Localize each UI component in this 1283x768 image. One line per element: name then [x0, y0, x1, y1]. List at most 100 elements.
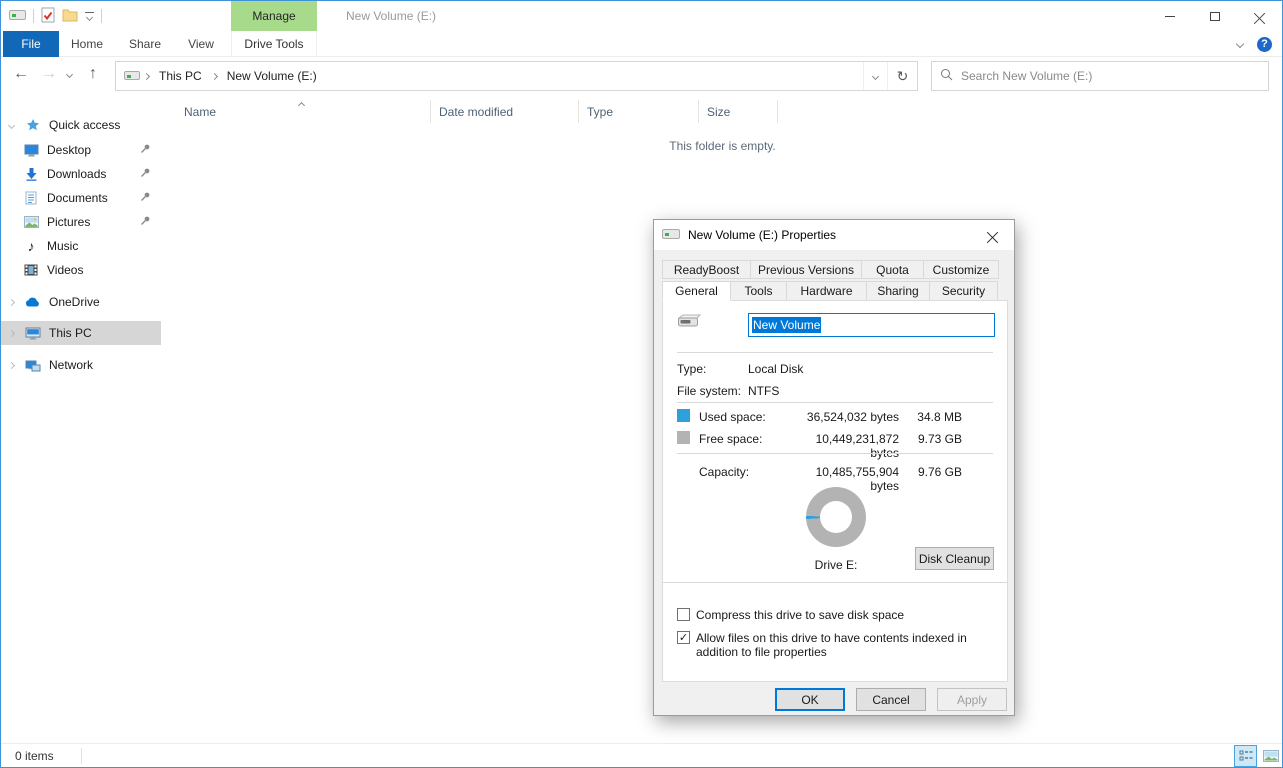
help-icon[interactable]: ? — [1257, 37, 1272, 52]
ok-button[interactable]: OK — [775, 688, 845, 711]
volume-label-input[interactable]: New Volume — [748, 313, 995, 337]
column-header-size[interactable]: Size — [699, 100, 778, 123]
address-dropdown-icon[interactable] — [863, 62, 887, 90]
disk-cleanup-button[interactable]: Disk Cleanup — [915, 547, 994, 570]
tab-view[interactable]: View — [177, 31, 225, 57]
sidebar-item-network[interactable]: Network — [1, 353, 161, 377]
capacity-size: 9.76 GB — [904, 465, 962, 479]
tab-customize[interactable]: Customize — [923, 260, 999, 279]
breadcrumb-this-pc[interactable]: This PC — [153, 62, 208, 90]
file-system-label: File system: — [677, 384, 741, 398]
dialog-tab-row-back: ReadyBoost Previous Versions Quota Custo… — [662, 260, 998, 279]
chevron-right-icon[interactable] — [9, 300, 19, 305]
compress-checkbox[interactable] — [677, 608, 690, 621]
chevron-right-icon[interactable] — [9, 363, 19, 368]
status-bar: 0 items — [1, 743, 1282, 768]
used-space-bytes: 36,524,032 bytes — [793, 410, 899, 424]
capacity-label: Capacity: — [699, 465, 749, 479]
videos-icon — [23, 262, 39, 278]
this-pc-icon — [25, 325, 41, 341]
chevron-down-icon[interactable] — [9, 123, 19, 128]
free-space-bytes: 10,449,231,872 bytes — [793, 432, 899, 460]
sidebar-item-onedrive[interactable]: OneDrive — [1, 290, 161, 314]
quick-access-star-icon — [25, 117, 41, 133]
column-header-date-modified[interactable]: Date modified — [431, 100, 579, 123]
new-folder-icon[interactable] — [62, 8, 78, 25]
sidebar-item-quick-access[interactable]: Quick access — [1, 113, 161, 137]
sidebar-item-desktop[interactable]: Desktop — [1, 138, 161, 162]
pin-icon — [140, 191, 151, 205]
quick-access-toolbar — [9, 1, 102, 31]
customize-qat-icon[interactable] — [85, 12, 94, 20]
search-input[interactable] — [961, 69, 1260, 83]
dialog-title-bar: New Volume (E:) Properties — [654, 220, 1014, 250]
breadcrumb-chevron-icon[interactable] — [143, 72, 150, 79]
back-icon[interactable]: ← — [13, 65, 29, 83]
close-button[interactable] — [1237, 1, 1282, 31]
dialog-close-button[interactable] — [970, 220, 1014, 250]
explorer-window: Manage New Volume (E:) File Home Share V… — [0, 0, 1283, 768]
tab-previous-versions[interactable]: Previous Versions — [750, 260, 862, 279]
sidebar-item-this-pc[interactable]: This PC — [1, 321, 161, 345]
type-label: Type: — [677, 362, 706, 376]
tab-drive-tools[interactable]: Drive Tools — [231, 31, 317, 57]
breadcrumb-chevron-icon[interactable] — [211, 72, 218, 79]
tab-readyboost[interactable]: ReadyBoost — [662, 260, 751, 279]
refresh-icon[interactable]: ↻ — [887, 62, 917, 90]
file-system-value: NTFS — [748, 384, 779, 398]
ribbon-collapse-icon[interactable] — [1236, 40, 1244, 48]
sidebar-item-documents[interactable]: Documents — [1, 186, 161, 210]
used-space-size: 34.8 MB — [904, 410, 962, 424]
window-title: New Volume (E:) — [346, 1, 436, 31]
manage-contextual-tab[interactable]: Manage — [231, 1, 317, 31]
separator — [677, 352, 993, 353]
toolbar-separator — [33, 9, 34, 23]
address-bar[interactable]: This PC New Volume (E:) ↻ — [115, 61, 918, 91]
minimize-button[interactable] — [1147, 1, 1192, 31]
large-icons-view-button[interactable] — [1259, 745, 1282, 767]
tab-share[interactable]: Share — [119, 31, 171, 57]
tab-tools[interactable]: Tools — [730, 281, 787, 301]
separator — [677, 402, 993, 403]
details-view-button[interactable] — [1234, 745, 1257, 767]
breadcrumb-current[interactable]: New Volume (E:) — [221, 62, 323, 90]
index-checkbox[interactable]: ✓ — [677, 631, 690, 644]
maximize-button[interactable] — [1192, 1, 1237, 31]
location-drive-icon — [124, 69, 140, 83]
used-space-legend-swatch — [677, 409, 690, 422]
column-header-type[interactable]: Type — [579, 100, 699, 123]
tab-file[interactable]: File — [3, 31, 59, 57]
selected-text: New Volume — [752, 317, 821, 333]
dialog-drive-icon — [662, 228, 680, 242]
forward-icon: → — [41, 65, 57, 83]
recent-locations-icon[interactable] — [66, 71, 73, 78]
documents-icon — [23, 190, 39, 206]
tab-security[interactable]: Security — [929, 281, 998, 301]
close-icon — [987, 230, 998, 241]
sidebar-item-downloads[interactable]: Downloads — [1, 162, 161, 186]
ribbon-right-controls: ? — [1237, 31, 1272, 57]
cancel-button[interactable]: Cancel — [856, 688, 926, 711]
chevron-right-icon[interactable] — [9, 331, 19, 336]
search-box[interactable] — [931, 61, 1269, 91]
music-icon: ♪ — [23, 238, 39, 254]
ribbon-tab-row: File Home Share View Drive Tools ? — [1, 31, 1282, 57]
compress-checkbox-label[interactable]: Compress this drive to save disk space — [696, 608, 904, 622]
search-icon — [940, 68, 953, 84]
type-value: Local Disk — [748, 362, 803, 376]
up-icon[interactable]: ↑ — [89, 65, 97, 83]
tab-general[interactable]: General — [662, 281, 731, 301]
tab-quota[interactable]: Quota — [861, 260, 924, 279]
large-icons-view-icon — [1263, 750, 1279, 762]
sidebar-item-music[interactable]: ♪ Music — [1, 234, 161, 258]
tab-hardware[interactable]: Hardware — [786, 281, 867, 301]
properties-icon[interactable] — [41, 7, 55, 26]
sidebar-item-pictures[interactable]: Pictures — [1, 210, 161, 234]
index-checkbox-label[interactable]: Allow files on this drive to have conten… — [696, 631, 988, 659]
column-header-name[interactable]: Name — [161, 100, 431, 123]
tab-sharing[interactable]: Sharing — [866, 281, 930, 301]
window-controls — [1147, 1, 1282, 31]
tab-home[interactable]: Home — [63, 31, 111, 57]
desktop-icon — [23, 142, 39, 158]
sidebar-item-videos[interactable]: Videos — [1, 258, 161, 282]
